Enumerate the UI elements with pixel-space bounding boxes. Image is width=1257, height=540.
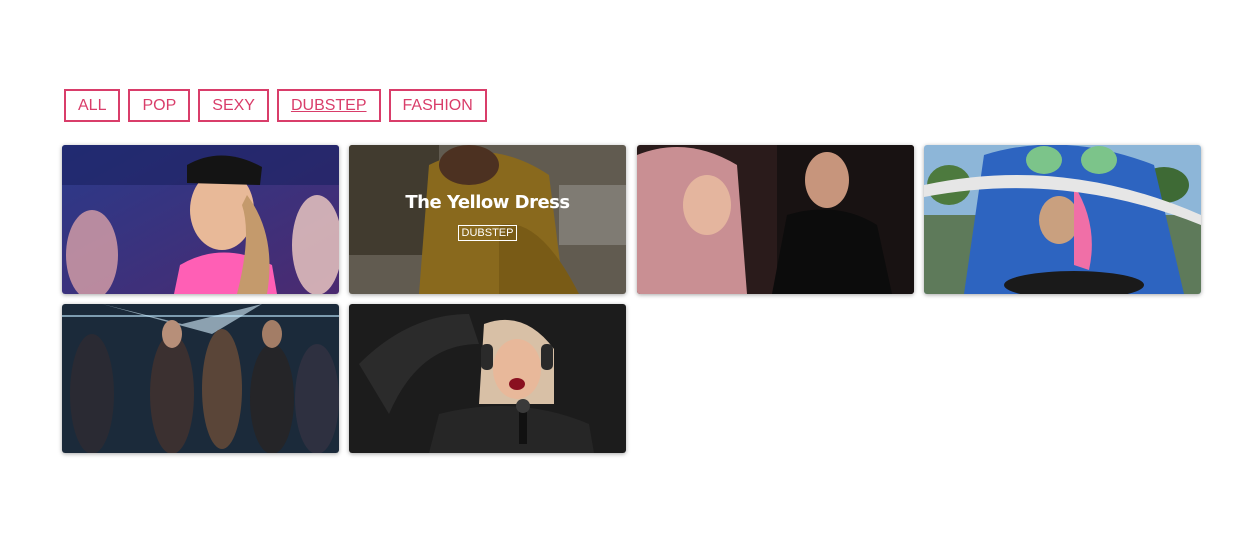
gallery-item[interactable]	[637, 145, 914, 294]
gallery-item-tag[interactable]: DUBSTEP	[457, 225, 518, 241]
gallery-item-featured[interactable]: The Yellow Dress DUBSTEP	[349, 145, 626, 294]
gallery-item-overlay: The Yellow Dress DUBSTEP	[349, 145, 626, 294]
gallery-image	[924, 145, 1201, 294]
filter-fashion-button[interactable]: FASHION	[388, 89, 487, 122]
gallery-item[interactable]	[62, 304, 339, 453]
gallery-item[interactable]	[62, 145, 339, 294]
gallery-item-title: The Yellow Dress	[405, 192, 570, 213]
filter-all-button[interactable]: ALL	[64, 89, 121, 122]
filter-pop-button[interactable]: POP	[128, 89, 191, 122]
filter-sexy-button[interactable]: SEXY	[198, 89, 269, 122]
gallery-item[interactable]	[924, 145, 1201, 294]
gallery-image	[637, 145, 914, 294]
gallery-item[interactable]	[349, 304, 626, 453]
filter-dubstep-button[interactable]: DUBSTEP	[276, 89, 381, 122]
gallery-image	[349, 304, 626, 453]
filter-bar: ALL POP SEXY DUBSTEP FASHION	[64, 89, 487, 122]
gallery-image	[62, 145, 339, 294]
gallery-image	[62, 304, 339, 453]
